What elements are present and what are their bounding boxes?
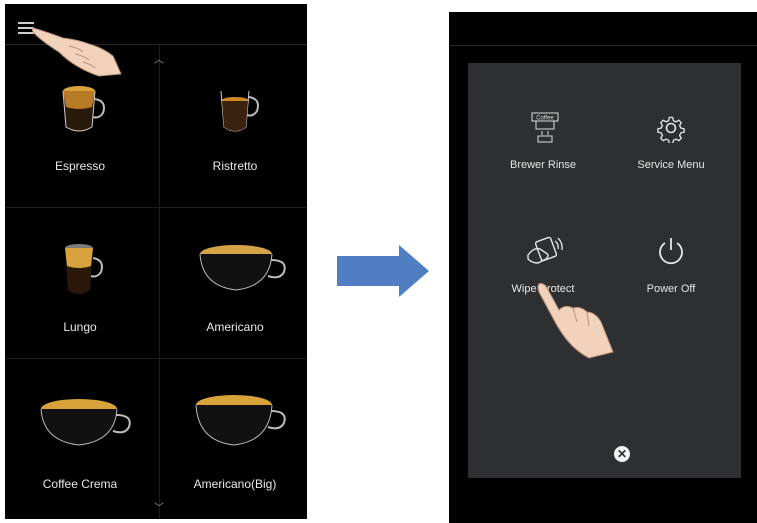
pointing-hand-icon — [537, 283, 614, 359]
tile-label: Espresso — [54, 159, 106, 173]
tile-label: Ristretto — [212, 159, 258, 173]
menu-item-label: Service Menu — [637, 159, 705, 171]
settings-panel: Coffee Brewer Rinse Service Menu Wipe Pr… — [468, 63, 741, 478]
power-off-button[interactable]: Power Off — [606, 235, 736, 325]
coffee-selection-screen: ︿ ﹀ Espresso Ristretto Lungo Americano C… — [5, 4, 307, 519]
coffee-crema-cup-icon — [40, 399, 131, 446]
ristretto-cup-icon — [220, 90, 259, 132]
tile-americano-big[interactable]: Americano(Big) — [160, 359, 310, 515]
brewer-rinse-button[interactable]: Coffee Brewer Rinse — [478, 111, 608, 201]
hand-wipe-icon — [527, 236, 563, 264]
transition-arrow-icon — [337, 245, 429, 297]
tile-coffee-crema[interactable]: Coffee Crema — [5, 359, 155, 515]
espresso-cup-icon — [62, 86, 105, 132]
coffee-brewer-icon: Coffee — [531, 112, 559, 143]
americano-cup-icon — [199, 245, 286, 291]
power-icon — [659, 238, 683, 265]
menu-item-label: Brewer Rinse — [509, 159, 577, 171]
tile-label: Americano(Big) — [193, 477, 277, 491]
tile-label: Americano — [206, 320, 264, 334]
close-icon[interactable]: ✕ — [614, 446, 630, 462]
lungo-cup-icon — [65, 244, 103, 294]
top-bar — [449, 12, 757, 46]
tile-lungo[interactable]: Lungo — [5, 208, 155, 364]
tile-ristretto[interactable]: Ristretto — [160, 45, 310, 201]
tile-label: Coffee Crema — [42, 477, 118, 491]
service-menu-button[interactable]: Service Menu — [606, 111, 736, 201]
americano-big-cup-icon — [195, 395, 286, 446]
tile-label: Lungo — [63, 320, 97, 334]
gear-icon — [657, 116, 685, 143]
settings-screen: Coffee Brewer Rinse Service Menu Wipe Pr… — [449, 12, 757, 523]
menu-item-label: Power Off — [646, 283, 696, 295]
beverage-grid: ︿ ﹀ Espresso Ristretto Lungo Americano C… — [5, 45, 307, 519]
tile-americano[interactable]: Americano — [160, 208, 310, 364]
pointing-hand-icon — [31, 27, 122, 77]
